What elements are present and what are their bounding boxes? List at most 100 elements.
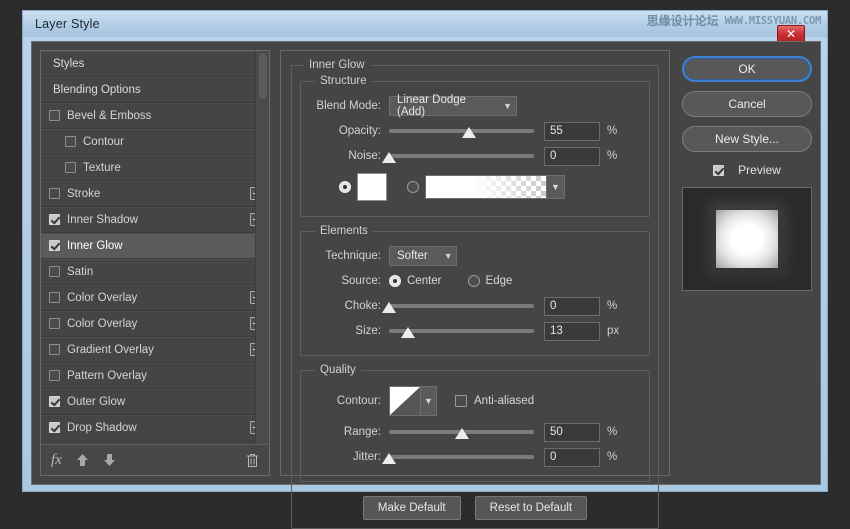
style-checkbox[interactable]	[49, 266, 60, 277]
technique-row: Technique: Softer ▼	[311, 245, 639, 267]
choke-slider-thumb[interactable]	[382, 302, 396, 313]
new-style-button[interactable]: New Style...	[682, 126, 812, 152]
fill-gradient-radio[interactable]	[407, 181, 419, 193]
style-checkbox[interactable]	[65, 136, 76, 147]
contour-label: Contour:	[311, 395, 389, 407]
jitter-input[interactable]: 0	[544, 448, 600, 467]
cancel-button[interactable]: Cancel	[682, 91, 812, 117]
choke-slider-track	[389, 304, 534, 308]
jitter-slider[interactable]	[389, 447, 534, 467]
style-row-drop-shadow[interactable]: Drop Shadow	[41, 415, 269, 441]
style-checkbox[interactable]	[49, 422, 60, 433]
style-checkbox[interactable]	[49, 188, 60, 199]
style-row-inner-shadow[interactable]: Inner Shadow	[41, 207, 269, 233]
ok-button[interactable]: OK	[682, 56, 812, 82]
opacity-row: Opacity: 55 %	[311, 120, 639, 142]
blend-mode-label: Blend Mode:	[311, 100, 389, 112]
range-slider-thumb[interactable]	[455, 428, 469, 439]
styles-list[interactable]: StylesBlending OptionsBevel & EmbossCont…	[41, 51, 269, 445]
style-row-satin[interactable]: Satin	[41, 259, 269, 285]
opacity-input[interactable]: 55	[544, 122, 600, 141]
style-checkbox[interactable]	[49, 240, 60, 251]
style-checkbox[interactable]	[49, 370, 60, 381]
opacity-slider-thumb[interactable]	[462, 127, 476, 138]
contour-picker[interactable]: ▼	[389, 386, 437, 416]
choke-slider[interactable]	[389, 296, 534, 316]
styles-toolbar: fx	[41, 445, 269, 475]
elements-group: Elements Technique: Softer ▼ Source: Cen…	[300, 225, 650, 356]
style-row-texture[interactable]: Texture	[41, 155, 269, 181]
styles-scrollbar[interactable]	[255, 51, 269, 444]
noise-input[interactable]: 0	[544, 147, 600, 166]
style-row-label: Inner Shadow	[67, 214, 250, 226]
inner-glow-group: Inner Glow Structure Blend Mode: Linear …	[291, 59, 659, 529]
jitter-label: Jitter:	[311, 451, 389, 463]
style-row-contour[interactable]: Contour	[41, 129, 269, 155]
opacity-slider[interactable]	[389, 121, 534, 141]
style-row-gradient-overlay[interactable]: Gradient Overlay	[41, 337, 269, 363]
source-row: Source: Center Edge	[311, 270, 639, 292]
blend-mode-select[interactable]: Linear Dodge (Add) ▼	[389, 96, 517, 116]
source-edge-radio[interactable]	[468, 275, 480, 287]
style-row-outer-glow[interactable]: Outer Glow	[41, 389, 269, 415]
source-edge-label: Edge	[486, 275, 513, 287]
preview-label: Preview	[738, 163, 781, 177]
arrow-down-icon[interactable]	[103, 453, 116, 467]
choke-input[interactable]: 0	[544, 297, 600, 316]
preview-shape	[716, 210, 778, 268]
fill-type-row: ▼	[311, 171, 639, 203]
source-center-radio[interactable]	[389, 275, 401, 287]
style-row-color-overlay[interactable]: Color Overlay	[41, 285, 269, 311]
anti-aliased-checkbox[interactable]	[455, 395, 467, 407]
size-unit: px	[607, 325, 619, 337]
size-slider-thumb[interactable]	[401, 327, 415, 338]
style-row-inner-glow[interactable]: Inner Glow	[41, 233, 269, 259]
inner-glow-settings-panel: Inner Glow Structure Blend Mode: Linear …	[280, 50, 670, 476]
layer-style-window: Layer Style 思缘设计论坛 WWW.MISSYUAN.COM ✕ St…	[22, 10, 828, 492]
glow-gradient-picker[interactable]: ▼	[425, 175, 565, 199]
chevron-down-icon[interactable]: ▼	[420, 387, 436, 415]
arrow-up-icon[interactable]	[76, 453, 89, 467]
noise-unit: %	[607, 150, 617, 162]
style-row-blending-options[interactable]: Blending Options	[41, 77, 269, 103]
styles-scrollbar-thumb[interactable]	[259, 53, 267, 99]
fx-icon[interactable]: fx	[51, 453, 62, 468]
technique-select[interactable]: Softer ▼	[389, 246, 457, 266]
structure-group: Structure Blend Mode: Linear Dodge (Add)…	[300, 75, 650, 217]
style-checkbox[interactable]	[49, 214, 60, 225]
size-input[interactable]: 13	[544, 322, 600, 341]
jitter-unit: %	[607, 451, 617, 463]
preview-checkbox[interactable]	[713, 165, 724, 176]
technique-label: Technique:	[311, 250, 389, 262]
contour-preview	[390, 387, 420, 415]
style-row-color-overlay[interactable]: Color Overlay	[41, 311, 269, 337]
glow-color-swatch[interactable]	[357, 173, 387, 201]
noise-slider-thumb[interactable]	[382, 152, 396, 163]
style-checkbox[interactable]	[49, 396, 60, 407]
style-checkbox[interactable]	[65, 162, 76, 173]
style-checkbox[interactable]	[49, 110, 60, 121]
style-row-stroke[interactable]: Stroke	[41, 181, 269, 207]
noise-slider[interactable]	[389, 146, 534, 166]
style-checkbox[interactable]	[49, 292, 60, 303]
range-slider[interactable]	[389, 422, 534, 442]
fill-color-radio[interactable]	[339, 181, 351, 193]
style-row-label: Gradient Overlay	[67, 344, 250, 356]
style-row-styles[interactable]: Styles	[41, 51, 269, 77]
style-checkbox[interactable]	[49, 318, 60, 329]
style-row-label: Color Overlay	[67, 292, 250, 304]
jitter-slider-thumb[interactable]	[382, 453, 396, 464]
chevron-down-icon[interactable]: ▼	[546, 176, 564, 198]
style-row-bevel-emboss[interactable]: Bevel & Emboss	[41, 103, 269, 129]
technique-value: Softer	[397, 250, 428, 262]
size-slider[interactable]	[389, 321, 534, 341]
structure-group-label: Structure	[315, 75, 372, 87]
style-row-label: Inner Glow	[67, 240, 263, 252]
style-row-pattern-overlay[interactable]: Pattern Overlay	[41, 363, 269, 389]
contour-row: Contour: ▼ Anti-aliased	[311, 384, 639, 418]
range-input[interactable]: 50	[544, 423, 600, 442]
trash-icon[interactable]	[246, 453, 259, 468]
choke-label: Choke:	[311, 300, 389, 312]
range-row: Range: 50 %	[311, 421, 639, 443]
style-checkbox[interactable]	[49, 344, 60, 355]
